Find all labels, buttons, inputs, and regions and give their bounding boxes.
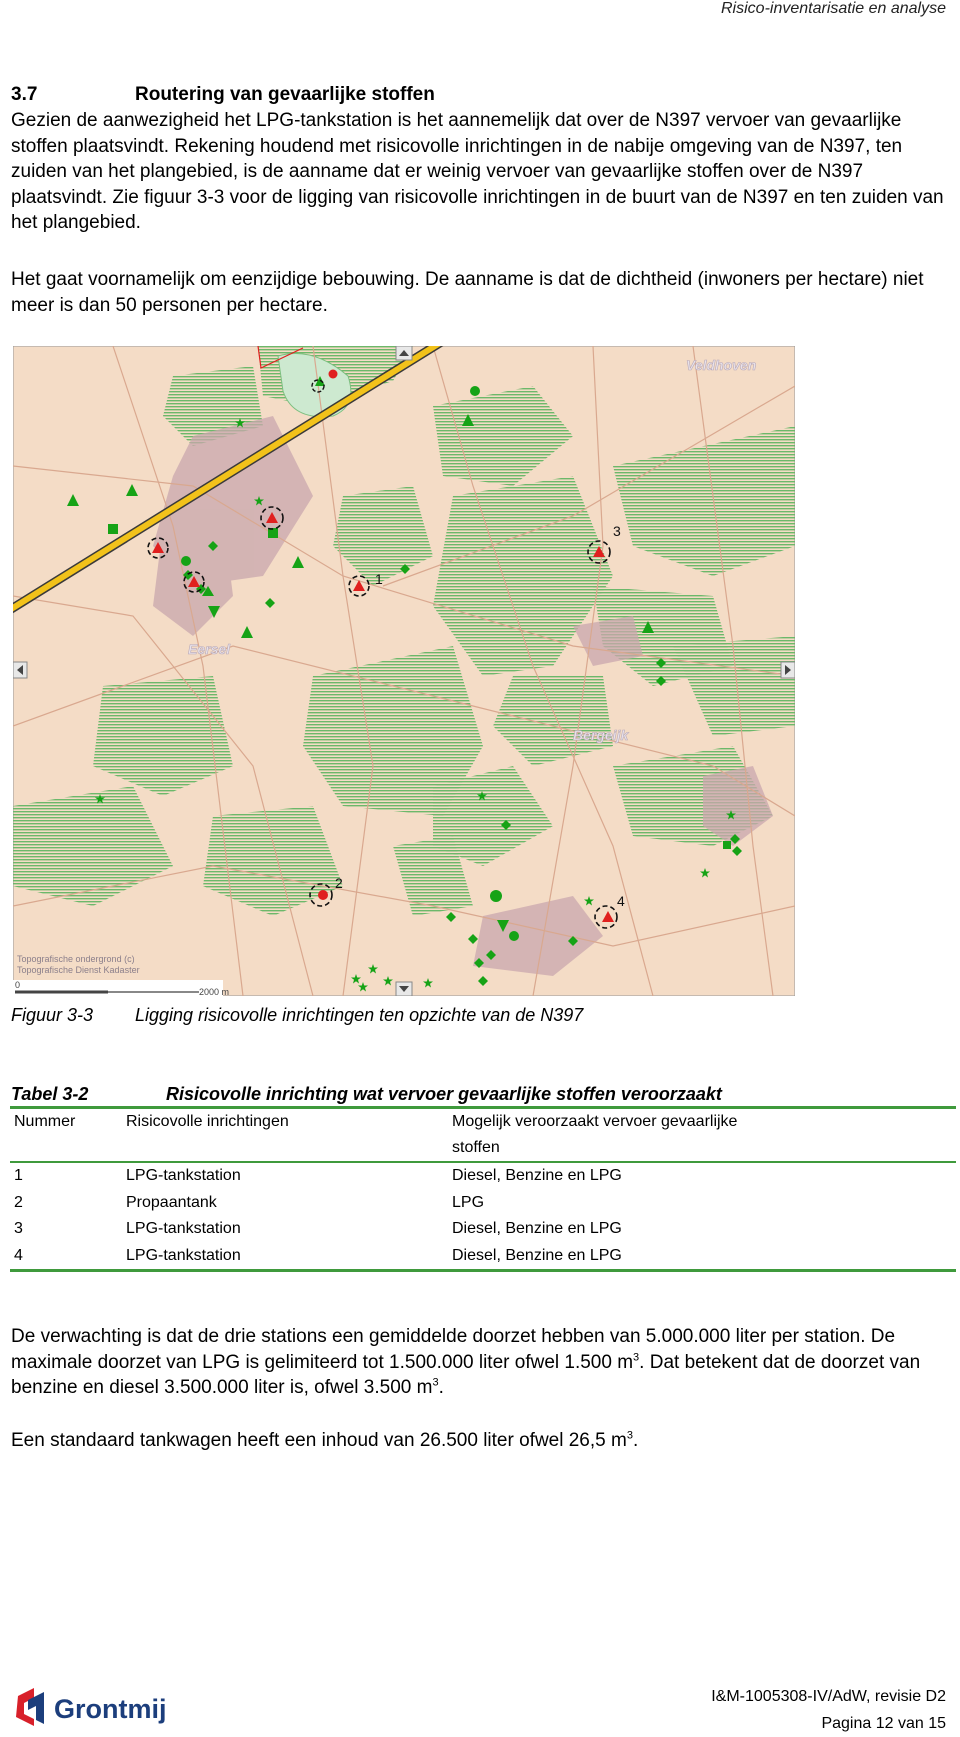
map-copyright-2: Topografische Dienst Kadaster: [17, 965, 140, 975]
row-transport: Diesel, Benzine en LPG: [452, 1167, 622, 1184]
scale-start: 0: [15, 980, 20, 990]
table-header-row: Nummer Risicovolle inrichtingen Mogelijk…: [10, 1109, 956, 1161]
risk-marker-1-label: 1: [375, 571, 383, 587]
row-facility: LPG-tankstation: [126, 1167, 241, 1184]
row-transport: LPG: [452, 1193, 485, 1211]
risk-marker-3-label: 3: [613, 523, 621, 539]
header-transport-line2: stoffen: [452, 1139, 500, 1156]
risk-marker-2-label: 2: [335, 875, 343, 891]
section-heading: 3.7 Routering van gevaarlijke stoffen: [11, 84, 435, 106]
risk-map: Veldhoven Eersel Bergeijk 1 2 3 4 Topogr…: [5, 337, 796, 997]
row-number: 4: [14, 1246, 23, 1264]
figure-caption: Figuur 3-3 Ligging risicovolle inrichting…: [11, 1005, 583, 1026]
pan-down-button[interactable]: [395, 981, 413, 997]
risk-table: Nummer Risicovolle inrichtingen Mogelijk…: [10, 1106, 956, 1272]
grontmij-logo-svg: Grontmij: [16, 1688, 167, 1726]
grontmij-mark-icon: [16, 1688, 44, 1726]
figure-caption-text: Ligging risicovolle inrichtingen ten opz…: [135, 1005, 584, 1025]
density-paragraph: Het gaat voornamelijk om eenzijdige bebo…: [11, 269, 924, 316]
place-label-eersel: Eersel: [188, 641, 231, 657]
place-label-bergeijk: Bergeijk: [573, 727, 629, 743]
tanker-text-2: .: [632, 1430, 639, 1451]
risk-dot: [328, 369, 338, 379]
pan-right-button[interactable]: [780, 661, 796, 679]
risk-table-grid: Nummer Risicovolle inrichtingen Mogelijk…: [10, 1109, 956, 1161]
running-header: Risico-inventarisatie en analyse: [721, 0, 946, 17]
header-transport: Mogelijk veroorzaakt vervoer gevaarlijke…: [448, 1109, 956, 1161]
header-number: Nummer: [14, 1113, 76, 1130]
table-label: Tabel 3-2: [11, 1084, 89, 1104]
row-transport: Diesel, Benzine en LPG: [452, 1246, 622, 1264]
row-transport: Diesel, Benzine en LPG: [452, 1220, 622, 1237]
header-transport-line1: Mogelijk veroorzaakt vervoer gevaarlijke: [452, 1113, 738, 1130]
place-label-veldhoven: Veldhoven: [686, 357, 756, 373]
row-number: 3: [14, 1220, 23, 1237]
table-heading: Tabel 3-2 Risicovolle inrichting wat verv…: [11, 1084, 722, 1105]
row-facility: LPG-tankstation: [126, 1246, 241, 1264]
risk-table-body: 1 LPG-tankstation Diesel, Benzine en LPG…: [10, 1163, 956, 1269]
table-row: 4 LPG-tankstation Diesel, Benzine en LPG: [10, 1243, 956, 1270]
pan-up-button[interactable]: [395, 345, 413, 361]
scale-end: 2000 m: [199, 987, 229, 996]
pan-left-button[interactable]: [12, 661, 28, 679]
tanker-paragraph: Een standaard tankwagen heeft een inhoud…: [11, 1428, 946, 1454]
table-row: 1 LPG-tankstation Diesel, Benzine en LPG: [10, 1163, 956, 1190]
figure-label: Figuur 3-3: [11, 1005, 94, 1025]
table-title: Risicovolle inrichting wat vervoer gevaa…: [166, 1084, 722, 1104]
section-title: Routering van gevaarlijke stoffen: [135, 84, 435, 105]
row-facility: LPG-tankstation: [126, 1220, 241, 1237]
row-number: 1: [14, 1167, 23, 1184]
throughput-text-3: .: [438, 1377, 444, 1398]
document-reference: I&M-1005308-IV/AdW, revisie D2: [711, 1688, 946, 1705]
table-bottom-rule: [10, 1269, 956, 1272]
page-number: Pagina 12 van 15: [821, 1715, 946, 1732]
tanker-text-1: Een standaard tankwagen heeft een inhoud…: [11, 1430, 627, 1451]
table-row: 2 Propaantank LPG: [10, 1190, 956, 1217]
logo-text: Grontmij: [54, 1694, 167, 1724]
risk-map-svg: Veldhoven Eersel Bergeijk 1 2 3 4 Topogr…: [5, 337, 796, 997]
throughput-paragraph: De verwachting is dat de drie stations e…: [11, 1324, 946, 1401]
risk-marker-4-label: 4: [617, 893, 625, 909]
header-facility: Risicovolle inrichtingen: [126, 1113, 289, 1130]
row-facility: Propaantank: [126, 1193, 217, 1211]
map-copyright-1: Topografische ondergrond (c): [17, 954, 135, 964]
intro-paragraph: Gezien de aanwezigheid het LPG-tankstati…: [11, 110, 944, 233]
table-row: 3 LPG-tankstation Diesel, Benzine en LPG: [10, 1216, 956, 1243]
grontmij-logo: Grontmij: [12, 1686, 182, 1733]
row-number: 2: [14, 1193, 23, 1211]
section-number: 3.7: [11, 84, 38, 105]
scale-bar: 0 2000 m: [13, 980, 229, 997]
